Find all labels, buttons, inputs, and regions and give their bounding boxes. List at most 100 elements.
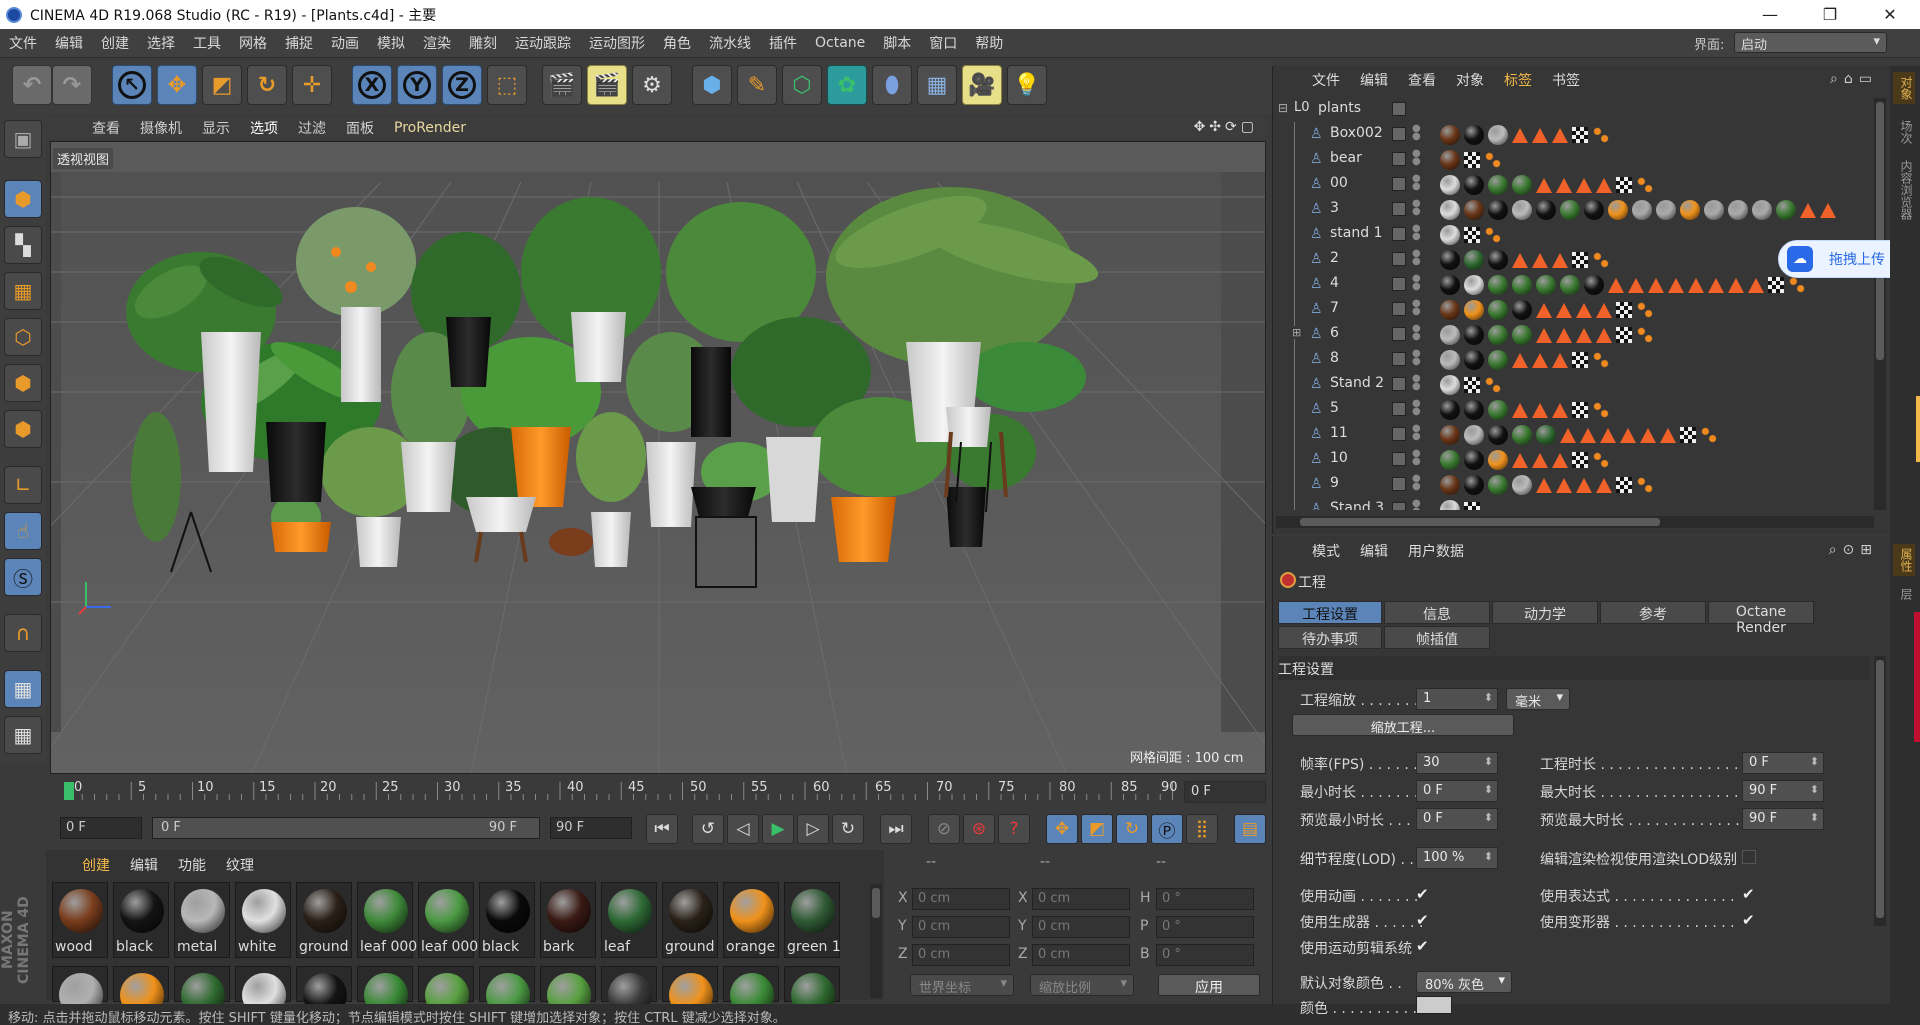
texture-tag-icon[interactable] [1648, 277, 1664, 293]
key-pla-icon[interactable]: ⣿ [1186, 814, 1218, 844]
texture-tag-icon[interactable] [1608, 277, 1624, 293]
uvw-tag-icon[interactable] [1592, 401, 1610, 419]
material-tag-icon[interactable] [1512, 300, 1532, 320]
world-coords-select[interactable]: 世界坐标 [910, 974, 1014, 996]
object-row[interactable]: ♙ 8 ● ● [1272, 347, 1862, 372]
key-parameter-icon[interactable]: Ⓟ [1151, 814, 1183, 844]
previous-frame-icon[interactable]: ◁ [727, 814, 759, 844]
material-swatch[interactable] [357, 966, 413, 1017]
uvw-tag-icon[interactable] [1484, 376, 1502, 394]
material-tag-icon[interactable] [1440, 425, 1460, 445]
side-tab-layers[interactable]: 层 [1893, 588, 1915, 600]
menu-create[interactable]: 创建 [92, 33, 138, 53]
phong-tag-icon[interactable] [1616, 177, 1632, 193]
collapse-icon[interactable]: ⊟ [1278, 101, 1288, 115]
material-tag-icon[interactable] [1512, 200, 1532, 220]
material-tag-icon[interactable] [1464, 350, 1484, 370]
texture-tag-icon[interactable] [1800, 202, 1816, 218]
pen-spline-icon[interactable]: ✎ [737, 65, 777, 105]
texture-tag-icon[interactable] [1532, 127, 1548, 143]
material-tag-icon[interactable] [1512, 275, 1532, 295]
texture-tag-icon[interactable] [1560, 427, 1576, 443]
texture-tag-icon[interactable] [1640, 427, 1656, 443]
layer-icon[interactable] [1392, 152, 1406, 166]
preview-min-field[interactable]: 0 F [1416, 808, 1498, 830]
material-tag-icon[interactable] [1608, 200, 1628, 220]
material-tag-icon[interactable] [1704, 200, 1724, 220]
layer-icon[interactable] [1392, 502, 1406, 510]
visibility-dots-icon[interactable]: ●● [1412, 449, 1421, 467]
objects-vscrollbar[interactable] [1874, 98, 1886, 510]
menu-help[interactable]: 帮助 [966, 33, 1012, 53]
menu-script[interactable]: 脚本 [874, 33, 920, 53]
uvw-tag-icon[interactable] [1484, 151, 1502, 169]
texture-tag-icon[interactable] [1576, 302, 1592, 318]
material-tag-icon[interactable] [1464, 125, 1484, 145]
material-tag-icon[interactable] [1488, 325, 1508, 345]
viewport-menu-view[interactable]: 查看 [82, 118, 130, 138]
render-picture-viewer-icon[interactable]: 🎬 [587, 65, 627, 105]
texture-tag-icon[interactable] [1512, 252, 1528, 268]
texture-tag-icon[interactable] [1532, 402, 1548, 418]
uvw-tag-icon[interactable] [1592, 126, 1610, 144]
viewport-menu-prorender[interactable]: ProRender [384, 120, 476, 136]
texture-tag-icon[interactable] [1688, 277, 1704, 293]
material-tag-icon[interactable] [1680, 200, 1700, 220]
cube-primitive-icon[interactable]: ⬢ [692, 65, 732, 105]
layer-icon[interactable] [1392, 252, 1406, 266]
size-field[interactable]: 0 cm [1032, 916, 1130, 938]
material-tag-icon[interactable] [1752, 200, 1772, 220]
rotation-field[interactable]: 0 ° [1156, 888, 1254, 910]
material-swatch[interactable] [52, 966, 108, 1017]
menu-sculpt[interactable]: 雕刻 [460, 33, 506, 53]
attr-tools-icons[interactable]: ⌕⊙⊞ [1829, 542, 1878, 558]
texture-tag-icon[interactable] [1620, 427, 1636, 443]
visibility-dots-icon[interactable]: ●● [1412, 224, 1421, 242]
position-field[interactable]: 0 cm [912, 944, 1010, 966]
rotation-field[interactable]: 0 ° [1156, 944, 1254, 966]
texture-tag-icon[interactable] [1596, 477, 1612, 493]
phong-tag-icon[interactable] [1572, 127, 1588, 143]
scale-mode-select[interactable]: 缩放比例 [1030, 974, 1134, 996]
floor-icon[interactable]: ▦ [917, 65, 957, 105]
texture-tag-icon[interactable] [1660, 427, 1676, 443]
material-swatch[interactable] [723, 966, 779, 1017]
current-frame-field[interactable]: 0 F [1184, 781, 1266, 803]
key-position-icon[interactable]: ✥ [1046, 814, 1078, 844]
object-row[interactable]: ♙ stand 1 ● ● [1272, 222, 1862, 247]
material-tag-icon[interactable] [1464, 275, 1484, 295]
object-row[interactable]: ♙ 3 ● ● [1272, 197, 1862, 222]
phong-tag-icon[interactable] [1572, 252, 1588, 268]
render-settings-icon[interactable]: ⚙ [632, 65, 672, 105]
material-swatch[interactable]: white [235, 882, 291, 958]
workplane-mode-icon[interactable]: ▦ [4, 272, 42, 310]
coordinate-system-icon[interactable]: ⬚ [487, 65, 527, 105]
texture-tag-icon[interactable] [1536, 177, 1552, 193]
menu-select[interactable]: 选择 [138, 33, 184, 53]
visibility-dots-icon[interactable]: ●● [1412, 499, 1421, 511]
material-swatch[interactable]: ground [662, 882, 718, 958]
object-row[interactable]: ♙ 4 ● ● [1272, 272, 1862, 297]
material-swatch[interactable] [601, 966, 657, 1017]
use-expressions-checkbox[interactable]: ✔ [1742, 887, 1756, 902]
subdivision-surface-icon[interactable]: ⬡ [782, 65, 822, 105]
texture-tag-icon[interactable] [1576, 477, 1592, 493]
menu-plugins[interactable]: 插件 [760, 33, 806, 53]
material-tag-icon[interactable] [1488, 200, 1508, 220]
layer-icon[interactable] [1392, 127, 1406, 141]
material-tag-icon[interactable] [1488, 425, 1508, 445]
material-tag-icon[interactable] [1488, 250, 1508, 270]
size-field[interactable]: 0 cm [1032, 944, 1130, 966]
visibility-dots-icon[interactable]: ●● [1412, 249, 1421, 267]
texture-tag-icon[interactable] [1512, 127, 1528, 143]
object-row[interactable]: ♙ Stand 2 ● ● [1272, 372, 1862, 397]
project-duration-field[interactable]: 0 F [1742, 752, 1824, 774]
material-swatch[interactable]: wood [52, 882, 108, 958]
side-tab-attributes[interactable]: 属性 [1893, 544, 1915, 576]
layer-icon[interactable] [1392, 102, 1406, 116]
objmenu-bookmarks[interactable]: 书签 [1542, 70, 1590, 90]
texture-tag-icon[interactable] [1552, 452, 1568, 468]
material-tag-icon[interactable] [1584, 200, 1604, 220]
material-tag-icon[interactable] [1536, 275, 1556, 295]
texture-tag-icon[interactable] [1536, 327, 1552, 343]
